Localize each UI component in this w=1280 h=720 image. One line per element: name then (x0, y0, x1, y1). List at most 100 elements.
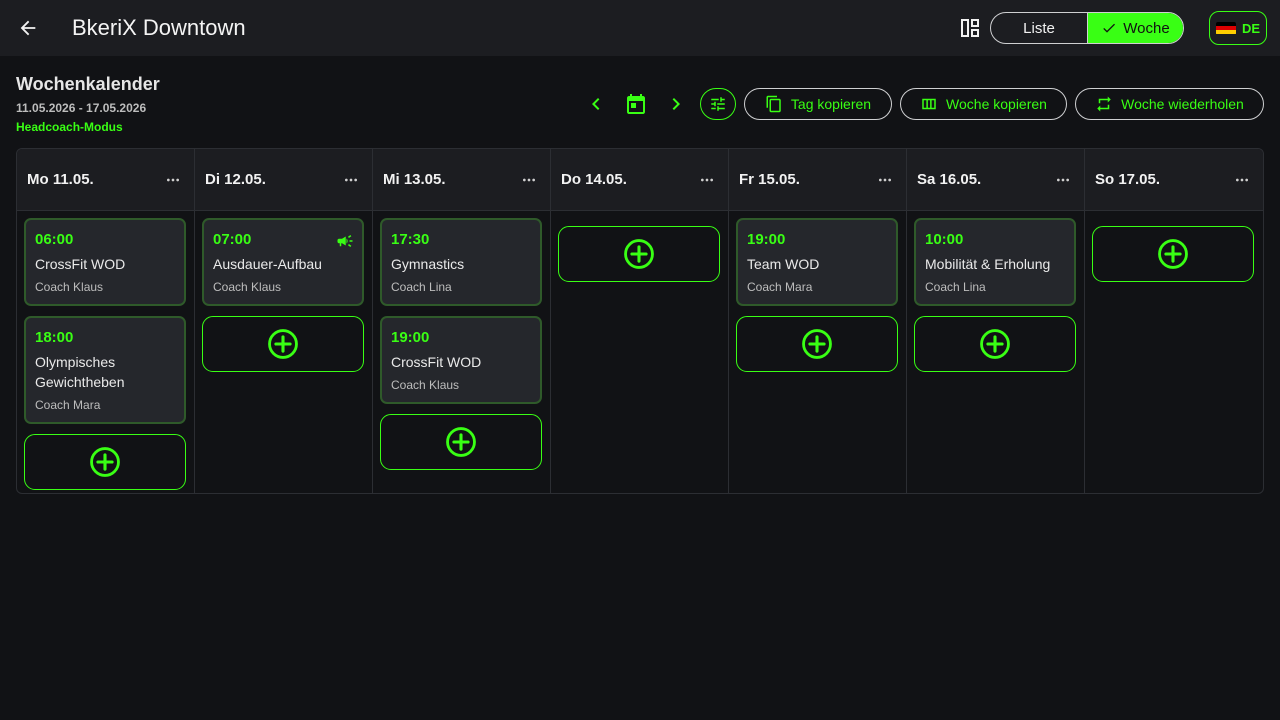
app-title: BkeriX Downtown (72, 15, 246, 40)
day-header: So 17.05. (1085, 149, 1263, 211)
session-card[interactable]: 18:00 Olympisches Gewichtheben Coach Mara (24, 316, 186, 424)
back-button[interactable] (14, 14, 42, 42)
copy-day-button[interactable]: Tag kopieren (744, 88, 892, 120)
add-session-button[interactable] (736, 316, 898, 372)
layout-icon[interactable] (958, 16, 982, 40)
day-header: Di 12.05. (195, 149, 372, 211)
day-menu-button[interactable] (874, 169, 896, 191)
day-label: Mi 13.05. (383, 171, 446, 188)
session-time: 19:00 (747, 231, 786, 248)
day-column: Fr 15.05. 19:00 Team WOD Coach Mara (729, 149, 907, 493)
day-menu-button[interactable] (340, 169, 362, 191)
session-coach: Coach Klaus (35, 280, 104, 294)
day-column: Di 12.05. 07:00 Ausdauer-Aufbau Coach Klaus (195, 149, 373, 493)
copy-day-label: Tag kopieren (790, 96, 872, 112)
filter-button[interactable] (700, 88, 736, 120)
next-week-button[interactable] (664, 92, 688, 116)
add-session-button[interactable] (558, 226, 720, 282)
session-card[interactable]: 06:00 CrossFit WOD Coach Klaus (24, 218, 186, 306)
more-horiz-icon (345, 178, 357, 181)
day-header: Do 14.05. (551, 149, 728, 211)
more-horiz-icon (1236, 178, 1248, 181)
add-session-button[interactable] (380, 414, 542, 470)
tune-icon (711, 97, 725, 111)
copy-week-label: Woche kopieren (946, 96, 1047, 112)
add-session-button[interactable] (1092, 226, 1254, 282)
add-session-button[interactable] (914, 316, 1076, 372)
session-card[interactable]: 19:00 CrossFit WOD Coach Klaus (380, 316, 542, 404)
day-label: Sa 16.05. (917, 171, 982, 188)
day-menu-button[interactable] (1231, 169, 1253, 191)
day-menu-button[interactable] (518, 169, 540, 191)
session-card[interactable]: 10:00 Mobilität & Erholung Coach Lina (914, 218, 1076, 306)
more-horiz-icon (879, 178, 891, 181)
session-time: 19:00 (391, 329, 430, 346)
add-circle-icon (1158, 239, 1188, 269)
day-menu-button[interactable] (696, 169, 718, 191)
day-header: Fr 15.05. (729, 149, 906, 211)
prev-week-button[interactable] (584, 92, 608, 116)
day-body: 19:00 Team WOD Coach Mara (729, 211, 906, 379)
day-body: 17:30 Gymnastics Coach Lina 19:00 CrossFit W… (373, 211, 550, 477)
day-menu-button[interactable] (1052, 169, 1074, 191)
add-circle-icon (624, 239, 654, 269)
view-toggle: Liste Woche (990, 12, 1184, 44)
repeat-week-label: Woche wiederholen (1121, 96, 1244, 112)
more-horiz-icon (701, 178, 713, 181)
session-card[interactable]: 19:00 Team WOD Coach Mara (736, 218, 898, 306)
copy-icon (766, 95, 781, 113)
day-label: Di 12.05. (205, 171, 266, 188)
day-column: Do 14.05. (551, 149, 729, 493)
session-card[interactable]: 17:30 Gymnastics Coach Lina (380, 218, 542, 306)
session-coach: Coach Klaus (391, 378, 460, 392)
day-column: Mo 11.05. 06:00 CrossFit WOD Coach Klaus 18:… (17, 149, 195, 493)
view-week-button[interactable]: Woche (1088, 13, 1183, 43)
day-menu-button[interactable] (162, 169, 184, 191)
session-time: 17:30 (391, 231, 430, 248)
add-circle-icon (90, 447, 120, 477)
day-label: Mo 11.05. (27, 171, 94, 188)
app-bar: BkeriX Downtown Liste Woche DE (0, 0, 1280, 56)
more-horiz-icon (1057, 178, 1069, 181)
more-horiz-icon (523, 178, 535, 181)
session-coach: Coach Lina (391, 280, 452, 294)
day-column: Sa 16.05. 10:00 Mobilität & Erholung Coach … (907, 149, 1085, 493)
session-name: CrossFit WOD (391, 354, 482, 370)
add-session-button[interactable] (24, 434, 186, 490)
view-week-label: Woche (1123, 19, 1170, 37)
session-coach: Coach Mara (747, 280, 813, 294)
session-name: Olympisches Gewichtheben (35, 354, 125, 390)
day-column: Mi 13.05. 17:30 Gymnastics Coach Lina 19:00 C… (373, 149, 551, 493)
view-list-label: Liste (1023, 19, 1055, 37)
day-body: 06:00 CrossFit WOD Coach Klaus 18:00 Olympis… (17, 211, 194, 493)
day-label: Do 14.05. (561, 171, 627, 188)
day-header: Mi 13.05. (373, 149, 550, 211)
calendar-button[interactable] (624, 92, 648, 116)
session-time: 18:00 (35, 329, 74, 346)
chevron-right-icon (672, 98, 680, 110)
day-column: So 17.05. (1085, 149, 1263, 493)
chevron-left-icon (592, 98, 600, 110)
language-button[interactable]: DE (1209, 11, 1267, 45)
session-name: Mobilität & Erholung (925, 256, 1051, 272)
session-name: CrossFit WOD (35, 256, 126, 272)
session-time: 10:00 (925, 231, 964, 248)
more-horiz-icon (167, 178, 179, 181)
session-name: Ausdauer-Aufbau (213, 256, 322, 272)
add-circle-icon (446, 427, 476, 457)
calendar-icon (627, 94, 645, 114)
add-session-button[interactable] (202, 316, 364, 372)
session-card[interactable]: 07:00 Ausdauer-Aufbau Coach Klaus (202, 218, 364, 306)
week-calendar: Mo 11.05. 06:00 CrossFit WOD Coach Klaus 18:… (16, 148, 1264, 494)
repeat-week-button[interactable]: Woche wiederholen (1075, 88, 1264, 120)
day-body (1085, 211, 1263, 289)
copy-week-button[interactable]: Woche kopieren (900, 88, 1067, 120)
check-icon (1103, 23, 1116, 33)
day-label: Fr 15.05. (739, 171, 800, 188)
repeat-icon (1097, 96, 1111, 112)
view-week-icon (922, 98, 936, 110)
add-circle-icon (268, 329, 298, 359)
mode-label: Headcoach-Modus (16, 120, 123, 134)
session-name: Gymnastics (391, 256, 465, 272)
view-list-button[interactable]: Liste (991, 13, 1088, 43)
